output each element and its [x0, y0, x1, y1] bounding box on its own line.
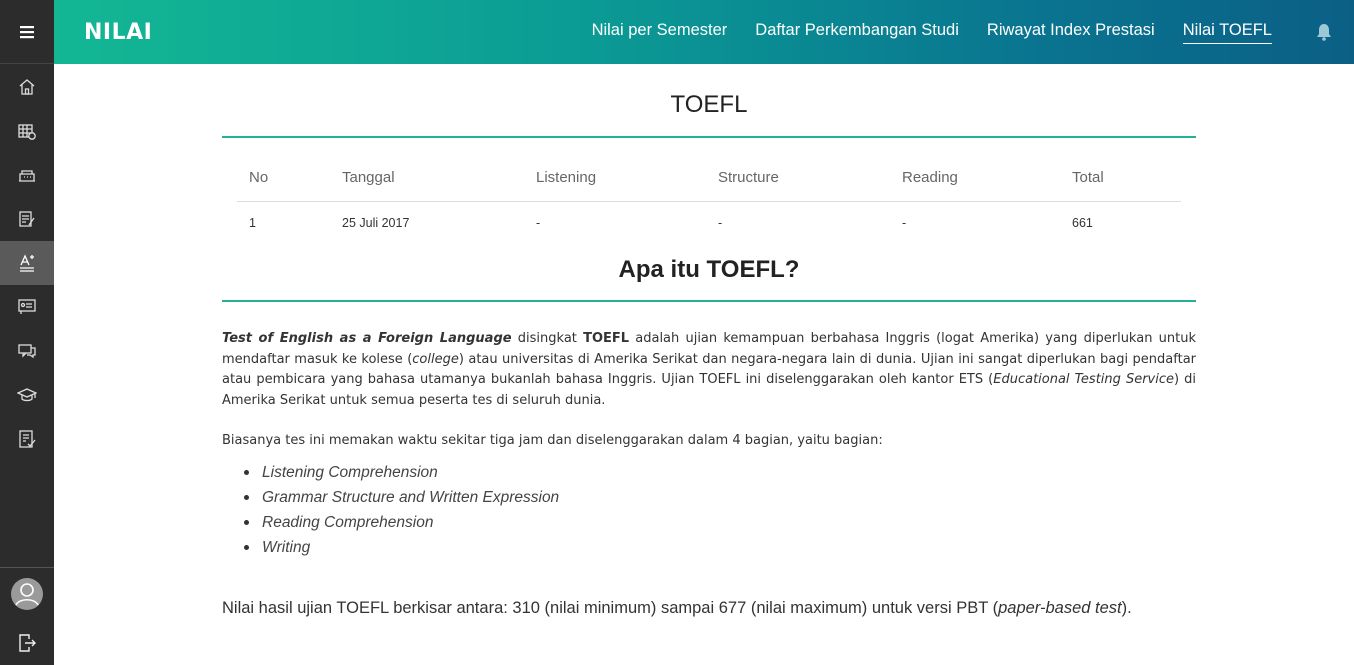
main-content: TOEFL No Tanggal Listening Structure Rea… — [222, 64, 1196, 618]
text-span: Nilai hasil ujian TOEFL berkisar antara:… — [222, 598, 999, 617]
nav-daftar-perkembangan-studi[interactable]: Daftar Perkembangan Studi — [755, 21, 959, 43]
pbt-text: paper-based test — [998, 598, 1122, 617]
test-parts-list: Listening Comprehension Grammar Structur… — [244, 460, 1196, 560]
document-edit-icon — [19, 211, 35, 227]
notification-button[interactable] — [1316, 23, 1332, 41]
ets-text: Educational Testing Service — [993, 372, 1174, 387]
list-item: Reading Comprehension — [244, 510, 1196, 535]
info-title: Apa itu TOEFL? — [222, 243, 1196, 302]
nav-nilai-toefl[interactable]: Nilai TOEFL — [1182, 21, 1272, 44]
list-item: Writing — [244, 535, 1196, 560]
text-span: ). — [1121, 598, 1132, 617]
building-icon — [19, 170, 35, 182]
list-item: Listening Comprehension — [244, 460, 1196, 485]
sidebar-item-schedule[interactable] — [0, 109, 54, 153]
col-header-structure: Structure — [706, 166, 890, 202]
sidebar-item-building[interactable] — [0, 153, 54, 197]
grade-icon — [20, 254, 34, 272]
home-icon — [19, 79, 35, 95]
score-range-text: Nilai hasil ujian TOEFL berkisar antara:… — [222, 599, 1196, 618]
cell-listening: - — [536, 216, 541, 231]
logout-button[interactable] — [0, 620, 54, 665]
nav-nilai-per-semester[interactable]: Nilai per Semester — [592, 21, 728, 43]
checklist-icon — [19, 430, 36, 448]
sidebar-item-grade[interactable] — [0, 241, 54, 285]
logout-icon — [19, 633, 36, 652]
top-nav: Nilai per Semester Daftar Perkembangan S… — [592, 0, 1354, 64]
cell-no: 1 — [249, 216, 256, 231]
chat-icon — [18, 344, 36, 359]
nav-riwayat-index-prestasi[interactable]: Riwayat Index Prestasi — [987, 21, 1155, 43]
app-brand: NILAI — [84, 19, 153, 45]
cell-tanggal: 25 Juli 2017 — [342, 216, 410, 231]
sidebar-item-chat[interactable] — [0, 329, 54, 373]
hamburger-icon — [20, 25, 34, 38]
toefl-table: No Tanggal Listening Structure Reading T… — [237, 166, 1181, 243]
top-header: NILAI Nilai per Semester Daftar Perkemba… — [54, 0, 1354, 64]
cell-structure: - — [718, 216, 723, 231]
col-header-no: No — [237, 166, 330, 202]
info-content: Test of English as a Foreign Language di… — [222, 329, 1196, 452]
info-paragraph-2: Biasanya tes ini memakan waktu sekitar t… — [222, 433, 883, 448]
college-text: college — [412, 351, 459, 367]
user-avatar-icon — [11, 578, 43, 610]
col-header-total: Total — [1060, 166, 1181, 202]
sidebar — [0, 0, 54, 665]
sidebar-item-graduation[interactable] — [0, 373, 54, 417]
info-paragraph-1: Test of English as a Foreign Language di… — [222, 329, 1196, 411]
abbr-text: TOEFL — [583, 331, 630, 346]
sidebar-item-presentation[interactable] — [0, 285, 54, 329]
text-span: disingkat — [511, 331, 584, 346]
table-header-row: No Tanggal Listening Structure Reading T… — [237, 166, 1181, 202]
bell-icon — [1317, 24, 1331, 41]
table-row: 1 25 Juli 2017 - - - 661 — [237, 201, 1181, 243]
menu-button[interactable] — [0, 0, 54, 64]
sidebar-item-home[interactable] — [0, 65, 54, 109]
graduation-cap-icon — [17, 388, 37, 402]
col-header-listening: Listening — [524, 166, 706, 202]
col-header-reading: Reading — [890, 166, 1060, 202]
list-item: Grammar Structure and Written Expression — [244, 485, 1196, 510]
term-text: Test of English as a Foreign Language — [222, 331, 512, 346]
cell-total: 661 — [1072, 216, 1093, 231]
presentation-icon — [18, 299, 36, 314]
page-title: TOEFL — [222, 64, 1196, 138]
sidebar-item-document[interactable] — [0, 197, 54, 241]
schedule-icon — [18, 124, 36, 140]
sidebar-item-checklist[interactable] — [0, 417, 54, 461]
cell-reading: - — [902, 216, 907, 231]
avatar[interactable] — [0, 568, 54, 620]
sidebar-footer — [0, 567, 54, 665]
col-header-tanggal: Tanggal — [330, 166, 524, 202]
